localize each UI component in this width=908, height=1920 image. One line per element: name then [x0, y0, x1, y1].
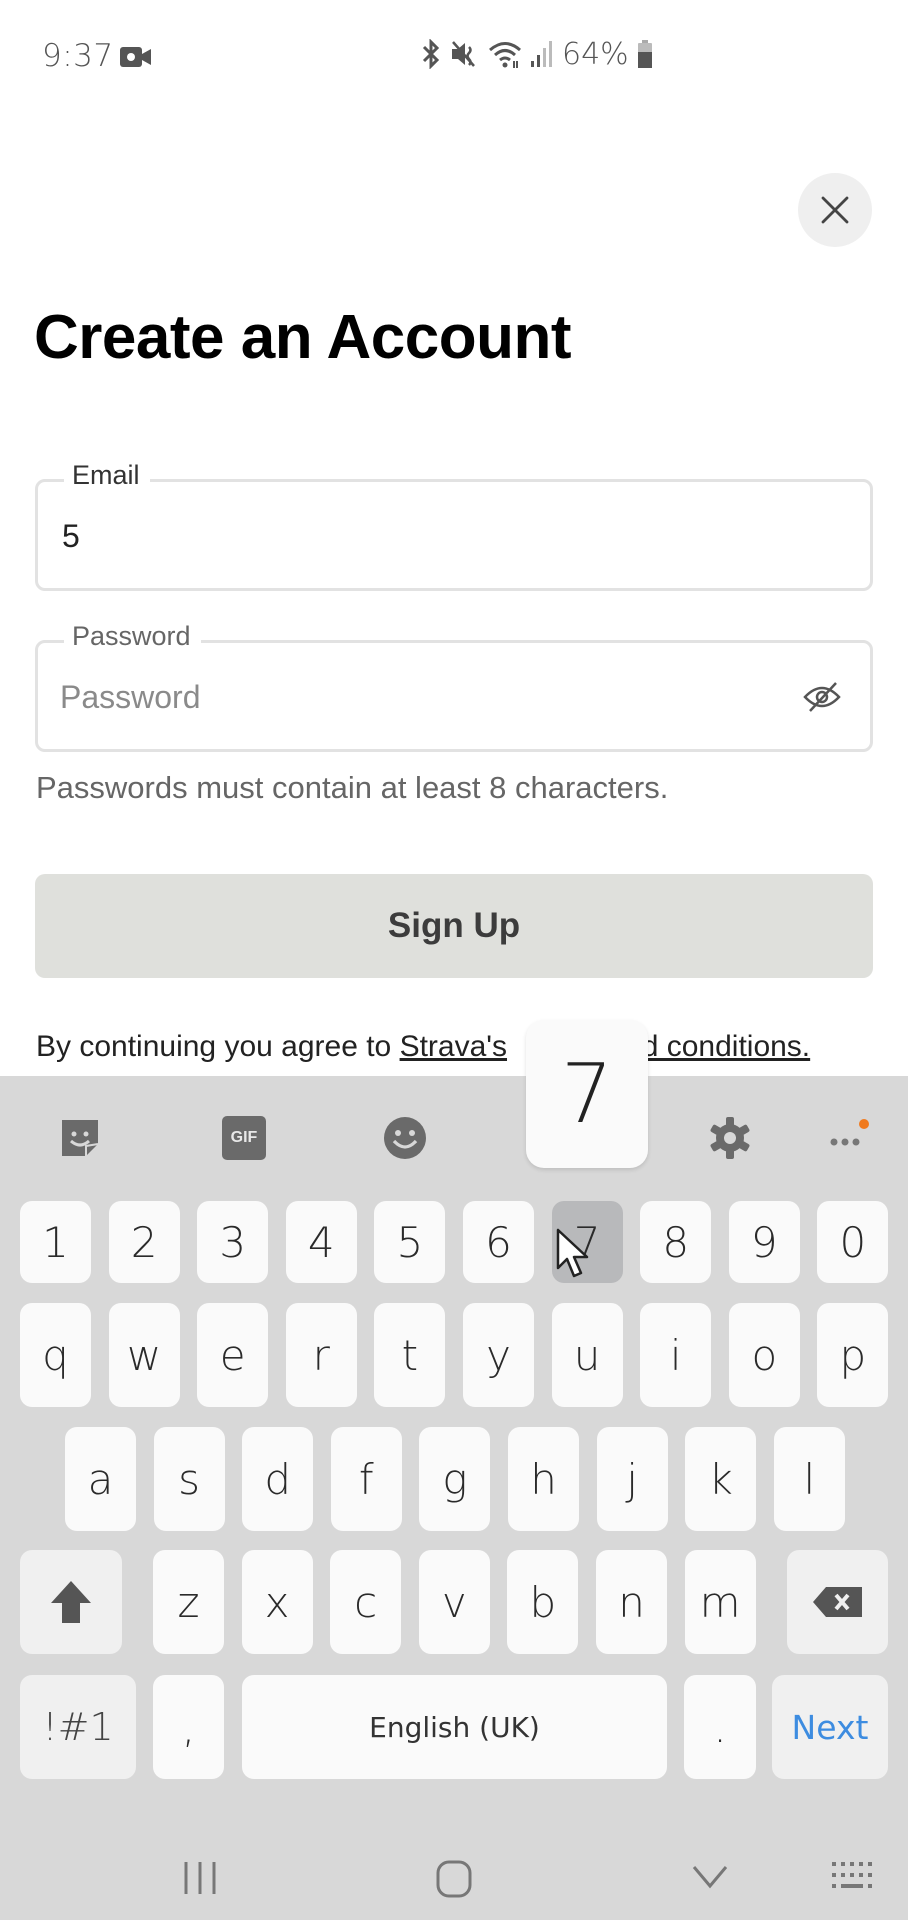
key-k[interactable]: k	[685, 1427, 757, 1531]
key-s[interactable]: s	[153, 1427, 225, 1531]
key-n[interactable]: n	[596, 1550, 667, 1654]
shift-icon	[51, 1581, 91, 1623]
close-icon	[821, 196, 849, 224]
key-t[interactable]: t	[374, 1303, 446, 1407]
backspace-icon	[812, 1587, 862, 1617]
key-r[interactable]: r	[285, 1303, 357, 1407]
key-8[interactable]: 8	[640, 1201, 712, 1283]
sticker-icon[interactable]	[58, 1116, 102, 1160]
key-1[interactable]: 1	[20, 1201, 91, 1283]
symbols-key[interactable]: !#1	[20, 1675, 136, 1779]
key-p[interactable]: p	[817, 1303, 889, 1407]
close-button[interactable]	[798, 173, 872, 247]
key-u[interactable]: u	[551, 1303, 623, 1407]
notification-dot	[859, 1119, 869, 1129]
backspace-key[interactable]	[787, 1550, 888, 1654]
status-time: 9:37	[42, 38, 114, 74]
key-f[interactable]: f	[330, 1427, 402, 1531]
key-v[interactable]: v	[418, 1550, 490, 1654]
password-field[interactable]: Password	[35, 621, 873, 752]
emoji-icon[interactable]	[383, 1116, 427, 1160]
key-9[interactable]: 9	[728, 1201, 800, 1283]
back-icon[interactable]	[692, 1864, 728, 1890]
key-w[interactable]: w	[108, 1303, 180, 1407]
shift-key[interactable]	[20, 1550, 122, 1654]
period-key[interactable]: .	[684, 1675, 756, 1779]
battery-icon	[637, 40, 652, 68]
recents-icon[interactable]	[182, 1860, 218, 1896]
mouse-cursor-icon	[556, 1228, 589, 1278]
key-h[interactable]: h	[508, 1427, 579, 1531]
key-0[interactable]: 0	[817, 1201, 889, 1283]
key-y[interactable]: y	[463, 1303, 534, 1407]
next-key[interactable]: Next	[772, 1675, 888, 1779]
key-q[interactable]: q	[20, 1303, 91, 1407]
keyboard: GIF 1234567890qwertyuiopasdfghjklzxcvbnm…	[0, 1076, 908, 1920]
settings-icon[interactable]	[708, 1116, 752, 1160]
key-3[interactable]: 3	[197, 1201, 269, 1283]
sign-up-button[interactable]: Sign Up	[35, 874, 873, 978]
key-j[interactable]: j	[596, 1427, 668, 1531]
video-record-icon	[120, 47, 151, 67]
keyboard-toolbar: GIF	[0, 1076, 908, 1200]
wifi-icon	[489, 42, 521, 68]
key-z[interactable]: z	[153, 1550, 224, 1654]
terms-prefix: By continuing you agree to	[36, 1030, 400, 1063]
key-a[interactable]: a	[65, 1427, 136, 1531]
password-hint: Passwords must contain at least 8 charac…	[36, 770, 669, 805]
key-e[interactable]: e	[197, 1303, 269, 1407]
email-value[interactable]: 5	[62, 518, 80, 555]
key-preview-popup: 7	[526, 1020, 648, 1168]
comma-key[interactable]: ,	[153, 1675, 224, 1779]
home-icon[interactable]	[435, 1860, 473, 1898]
navigation-bar	[0, 1830, 908, 1920]
bluetooth-icon	[422, 39, 440, 69]
mute-icon	[452, 41, 475, 67]
gif-icon[interactable]: GIF	[222, 1116, 266, 1160]
terms-text: By continuing you agree to Strava's nd co…	[36, 1030, 810, 1064]
key-i[interactable]: i	[640, 1303, 712, 1407]
more-icon[interactable]	[826, 1116, 870, 1160]
password-label: Password	[64, 621, 201, 652]
key-b[interactable]: b	[507, 1550, 579, 1654]
terms-link-start[interactable]: Strava's	[400, 1030, 507, 1063]
email-label: Email	[64, 460, 150, 491]
space-key[interactable]: English (UK)	[242, 1675, 667, 1779]
password-input[interactable]	[60, 669, 780, 725]
keyboard-switch-icon[interactable]	[830, 1860, 874, 1894]
key-g[interactable]: g	[419, 1427, 491, 1531]
email-field[interactable]: Email 5	[35, 460, 873, 591]
key-6[interactable]: 6	[463, 1201, 534, 1283]
key-4[interactable]: 4	[285, 1201, 357, 1283]
key-m[interactable]: m	[684, 1550, 756, 1654]
status-icons: 64%	[420, 36, 653, 72]
key-x[interactable]: x	[241, 1550, 313, 1654]
page-title: Create an Account	[34, 303, 572, 372]
battery-percent: 64%	[562, 36, 629, 72]
signal-icon	[531, 41, 552, 67]
key-l[interactable]: l	[773, 1427, 845, 1531]
status-bar: 9:37 64%	[0, 0, 908, 110]
key-2[interactable]: 2	[108, 1201, 180, 1283]
key-o[interactable]: o	[728, 1303, 800, 1407]
terms-link-end[interactable]: nd conditions.	[625, 1030, 810, 1063]
key-c[interactable]: c	[330, 1550, 402, 1654]
key-d[interactable]: d	[242, 1427, 314, 1531]
key-5[interactable]: 5	[374, 1201, 446, 1283]
eye-off-icon[interactable]	[802, 679, 842, 715]
